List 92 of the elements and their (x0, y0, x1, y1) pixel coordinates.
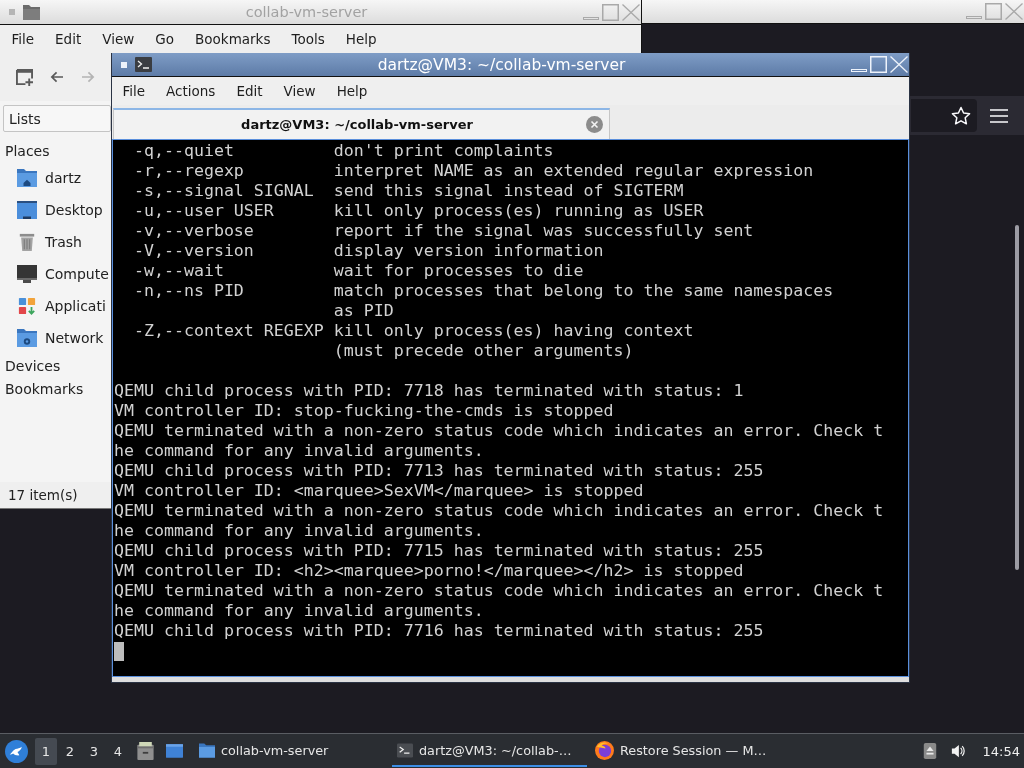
terminal-line: he command for any invalid arguments. (114, 521, 484, 541)
option-description: kill only process(es) running as USER (333, 201, 704, 221)
menu-item[interactable]: Tools (280, 28, 336, 50)
terminal-line: QEMU terminated with a non-zero status code which indicates an error. Check t (114, 421, 884, 441)
terminal-line: QEMU terminated with a non-zero status code which indicates an error. Check t (114, 581, 884, 601)
desktop-icon[interactable] (166, 742, 183, 760)
menu-item[interactable]: Edit (44, 28, 92, 50)
terminal-line: QEMU terminated with a non-zero status code which indicates an error. Check t (114, 501, 884, 521)
menu-item[interactable]: Edit (225, 80, 274, 102)
option-name: -Z,--context REGEXP (133, 321, 324, 341)
option-description: (must precede other arguments) (333, 341, 634, 361)
monitor-icon (17, 265, 37, 283)
folder-icon (199, 742, 215, 758)
sidebar-heading[interactable]: Places (0, 139, 111, 162)
option-description: display version information (333, 241, 604, 261)
taskbar-button[interactable]: collab-vm-server (194, 735, 389, 767)
option-name: -s,--signal SIGNAL (133, 181, 314, 201)
file-drawer-icon[interactable] (137, 742, 154, 760)
clock: 14:54 (982, 743, 1020, 759)
terminal-line: VM controller ID: stop-fucking-the-cmds is stopped (114, 401, 614, 421)
terminal-line: QEMU child process with PID: 7718 has terminated with status: 1 (114, 381, 744, 401)
eject-icon[interactable] (922, 743, 937, 759)
option-name: -q,--quiet (133, 141, 234, 161)
status-text: 17 item(s) (8, 487, 78, 503)
option-name: -n,--ns PID (133, 281, 244, 301)
sidebar-item[interactable]: dartz (0, 162, 111, 194)
window-title: collab-vm-server (244, 4, 369, 20)
globe-icon (595, 740, 614, 760)
option-description: don't print complaints (333, 141, 554, 161)
menu-item[interactable]: View (91, 28, 145, 50)
sidebar-item[interactable]: Desktop (0, 194, 111, 226)
terminal-icon (135, 57, 152, 72)
option-description: interpret NAME as an extended regular expression (333, 161, 814, 181)
sidebar-item[interactable]: Trash (0, 226, 111, 258)
sidebar-item[interactable]: Compute (0, 258, 111, 290)
menu-item[interactable]: Go (144, 28, 185, 50)
menu-icon[interactable] (990, 108, 1008, 123)
close-icon[interactable] (586, 116, 603, 133)
menu-item[interactable]: Bookmarks (184, 28, 281, 50)
sidebar-item[interactable]: Network (0, 322, 111, 354)
terminal-line: VM controller ID: <marquee>SexVM</marquee> is stopped (114, 481, 644, 501)
app-grid-icon (17, 297, 37, 315)
workspace-button[interactable]: 1 (35, 737, 57, 765)
option-name: -v,--verbose (133, 221, 254, 241)
option-description: kill only process(es) having context (333, 321, 694, 341)
sidebar-heading[interactable]: Devices (0, 354, 111, 377)
desktop-icon (17, 201, 37, 219)
window-title: dartz@VM3: ~/collab-vm-server (376, 55, 627, 74)
terminal-line: QEMU child process with PID: 7716 has terminated with status: 255 (114, 621, 764, 641)
menu-item[interactable]: Help (335, 28, 387, 50)
terminal-line: he command for any invalid arguments. (114, 601, 484, 621)
workspace-button[interactable]: 2 (59, 737, 81, 765)
terminal-line: QEMU child process with PID: 7713 has terminated with status: 255 (114, 461, 764, 481)
home-folder-icon (17, 169, 37, 187)
terminal-line: he command for any invalid arguments. (114, 441, 484, 461)
option-description: send this signal instead of SIGTERM (333, 181, 684, 201)
speaker-icon[interactable] (950, 743, 965, 759)
taskbar-button[interactable]: Restore Session — M… (590, 735, 785, 767)
workspace-button[interactable]: 4 (107, 737, 129, 765)
menu-item[interactable]: Help (326, 80, 378, 102)
network-folder-icon (17, 329, 37, 347)
option-description: wait for processes to die (333, 261, 584, 281)
option-description: report if the signal was successfully sent (333, 221, 754, 241)
window-plus-icon[interactable] (16, 68, 33, 86)
window-menu-icon[interactable] (121, 61, 127, 68)
address-field[interactable] (911, 99, 977, 132)
menu-item[interactable]: Actions (155, 80, 226, 102)
option-name: -r,--regexp (133, 161, 244, 181)
scrollbar-thumb[interactable] (1015, 225, 1019, 570)
menu-item[interactable]: File (1, 28, 45, 50)
sidebar-heading[interactable]: Bookmarks (0, 377, 111, 400)
workspace-button[interactable]: 3 (83, 737, 105, 765)
terminal-line: VM controller ID: <h2><marquee>porno!</marquee></h2> is stopped (114, 561, 744, 581)
bird-logo-icon[interactable] (5, 739, 28, 763)
option-description: as PID (333, 301, 394, 321)
star-icon[interactable] (951, 105, 971, 126)
terminal-icon (397, 742, 413, 758)
terminal-line: QEMU child process with PID: 7715 has terminated with status: 255 (114, 541, 764, 561)
back-arrow-icon[interactable] (50, 71, 64, 83)
folder-icon (23, 4, 40, 20)
trash-icon (17, 233, 37, 251)
taskbar-button[interactable]: dartz@VM3: ~/collab-… (392, 735, 587, 767)
menu-item[interactable]: View (273, 80, 327, 102)
option-name: -w,--wait (133, 261, 224, 281)
menu-item[interactable]: File (112, 80, 156, 102)
option-description: match processes that belong to the same namespaces (333, 281, 834, 301)
option-name: -u,--user USER (133, 201, 274, 221)
tab[interactable]: dartz@VM3: ~/collab-vm-server (113, 108, 610, 139)
text-cursor-icon (114, 642, 124, 661)
view-dropdown[interactable]: Lists (3, 105, 111, 132)
sidebar-item[interactable]: Applicati (0, 290, 111, 322)
option-name: -V,--version (133, 241, 254, 261)
